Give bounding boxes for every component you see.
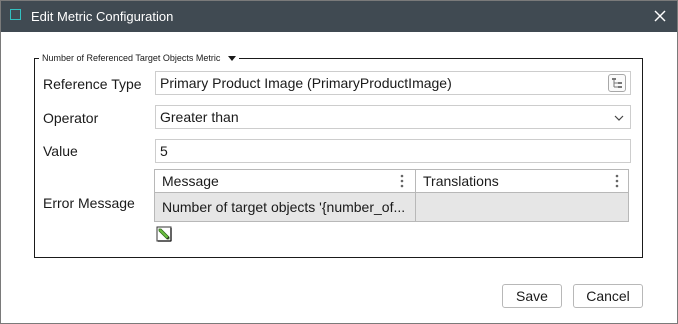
close-button[interactable] — [651, 7, 669, 25]
error-message-table: Message Translations Number of target ob… — [154, 169, 629, 222]
operator-label: Operator — [43, 110, 99, 126]
edit-pencil-icon[interactable] — [156, 226, 172, 242]
operator-select[interactable]: Greater than — [155, 105, 631, 129]
title-bar: Edit Metric Configuration — [1, 1, 677, 32]
reference-type-label: Reference Type — [43, 76, 142, 92]
column-header-message[interactable]: Message — [155, 170, 416, 193]
value-input-text: 5 — [160, 143, 168, 159]
reference-type-field[interactable]: Primary Product Image (PrimaryProductIma… — [155, 71, 631, 95]
group-legend-label: Number of Referenced Target Objects Metr… — [42, 53, 221, 63]
reference-picker-button[interactable] — [608, 74, 626, 92]
table-cell-translations[interactable] — [416, 193, 628, 221]
chevron-down-icon[interactable] — [614, 113, 624, 123]
dialog-title: Edit Metric Configuration — [31, 9, 174, 24]
value-input[interactable]: 5 — [155, 139, 631, 163]
save-button[interactable]: Save — [502, 284, 562, 308]
reference-picker-icon — [612, 78, 622, 88]
column-header-translations-label: Translations — [423, 173, 499, 189]
column-header-translations[interactable]: Translations — [416, 170, 628, 193]
operator-value: Greater than — [160, 109, 239, 125]
caret-down-icon[interactable] — [228, 55, 237, 61]
value-label: Value — [43, 143, 78, 159]
error-message-label: Error Message — [43, 195, 135, 211]
app-window-icon — [10, 9, 21, 20]
close-icon — [654, 10, 666, 22]
reference-type-value: Primary Product Image (PrimaryProductIma… — [160, 75, 452, 91]
edit-metric-dialog: Edit Metric Configuration Number of Refe… — [0, 0, 678, 324]
table-cell-message[interactable]: Number of target objects '{number_of... — [155, 193, 416, 221]
group-legend[interactable]: Number of Referenced Target Objects Metr… — [39, 52, 240, 64]
column-menu-icon[interactable] — [615, 174, 619, 188]
column-menu-icon[interactable] — [400, 174, 404, 188]
column-header-message-label: Message — [162, 173, 219, 189]
cancel-button[interactable]: Cancel — [573, 284, 643, 308]
